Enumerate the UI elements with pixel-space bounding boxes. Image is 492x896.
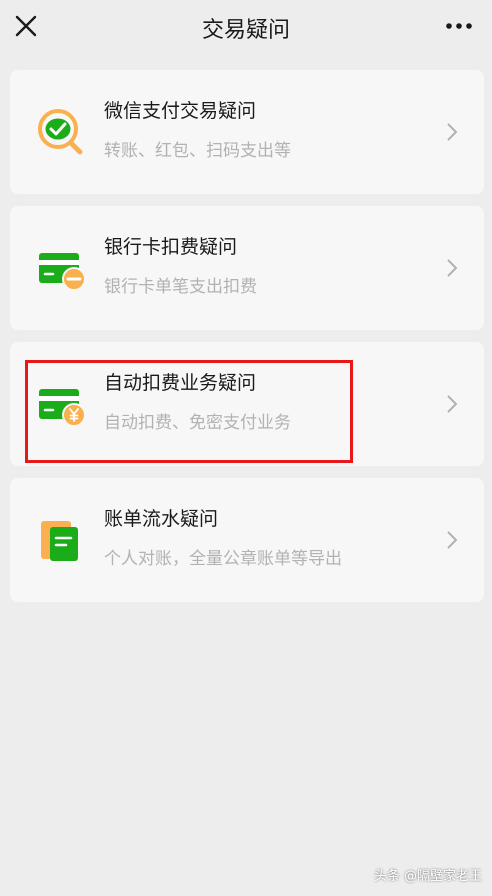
menu-item-bank-card[interactable]: 银行卡扣费疑问 银行卡单笔支出扣费 [10, 206, 484, 330]
menu-item-subtitle: 自动扣费、免密支付业务 [104, 413, 291, 433]
menu-item-wechat-pay[interactable]: 微信支付交易疑问 转账、红包、扫码支出等 [10, 70, 484, 194]
page-title: 交易疑问 [201, 18, 290, 43]
chevron-right-icon [447, 123, 458, 141]
more-dots-icon[interactable] [444, 14, 474, 38]
nav-bar: 交易疑问 [0, 0, 492, 56]
menu-item-title: 账单流水疑问 [104, 508, 219, 530]
chevron-right-icon [447, 531, 458, 549]
menu-item-title: 微信支付交易疑问 [104, 100, 257, 122]
menu-item-title: 银行卡扣费疑问 [104, 236, 238, 258]
wechat-pay-search-icon [38, 109, 83, 155]
menu-item-subtitle: 银行卡单笔支出扣费 [104, 277, 257, 297]
menu-item-auto-deduction[interactable]: 自动扣费业务疑问 自动扣费、免密支付业务 [10, 342, 484, 466]
chevron-right-icon [447, 395, 458, 413]
close-icon[interactable] [12, 12, 40, 40]
bank-card-minus-icon [39, 253, 86, 291]
menu-item-subtitle: 转账、红包、扫码支出等 [104, 141, 291, 161]
chevron-right-icon [447, 259, 458, 277]
menu-item-subtitle: 个人对账，全量公章账单等导出 [104, 549, 342, 569]
menu-item-bill-statement[interactable]: 账单流水疑问 个人对账，全量公章账单等导出 [10, 478, 484, 602]
bank-card-yuan-icon [39, 389, 86, 427]
menu-item-title: 自动扣费业务疑问 [104, 372, 257, 394]
bill-document-icon [41, 521, 78, 561]
watermark: 头条 @隔壁家老王 [373, 869, 482, 884]
